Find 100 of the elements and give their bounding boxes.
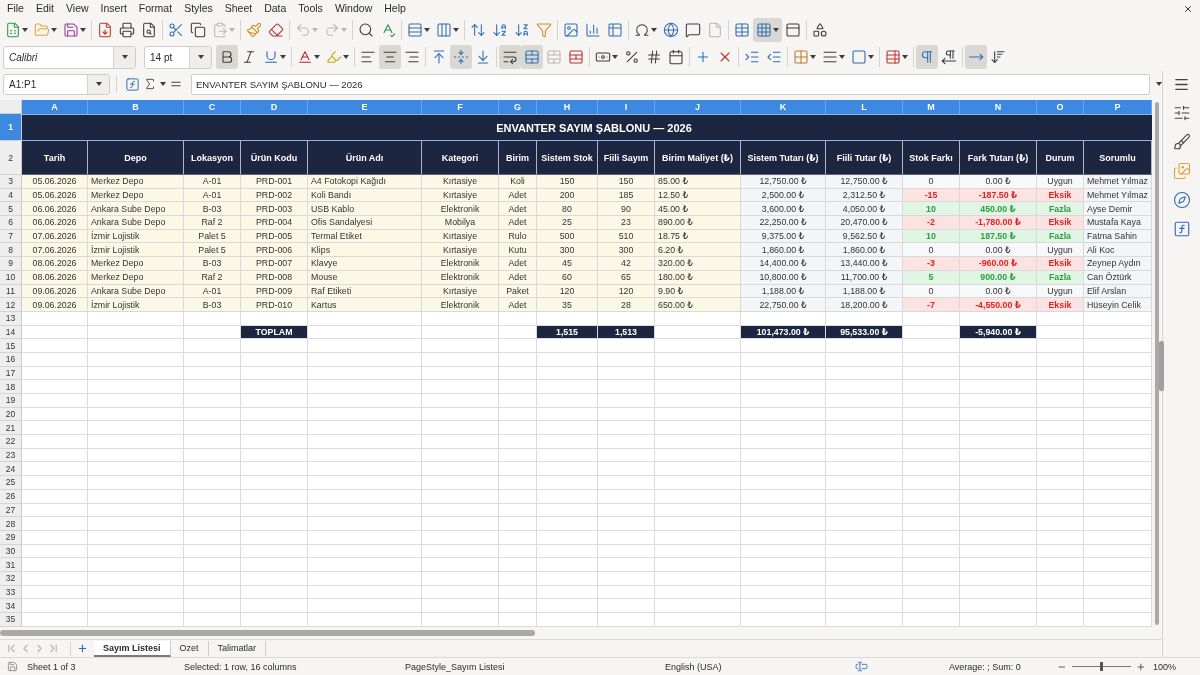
- table-cell: PRD-007: [241, 257, 308, 271]
- column-header[interactable]: M: [903, 100, 960, 114]
- column-header[interactable]: G: [499, 100, 537, 114]
- column-header[interactable]: P: [1084, 100, 1152, 114]
- menu-item[interactable]: Format: [132, 0, 179, 17]
- caret-icon: [1156, 82, 1162, 86]
- column-header[interactable]: L: [826, 100, 903, 114]
- menu-item[interactable]: Edit: [29, 0, 60, 17]
- row-number[interactable]: 5: [0, 202, 22, 217]
- scissors-icon: [168, 22, 184, 38]
- column-header[interactable]: O: [1037, 100, 1084, 114]
- table-cell: 90: [598, 202, 655, 217]
- row-number[interactable]: 24: [0, 462, 22, 477]
- left-to-right-button[interactable]: [916, 45, 938, 69]
- menu-item[interactable]: Insert: [94, 0, 133, 17]
- table-cell: Ayse Demir: [1084, 202, 1152, 217]
- zoom-thumb[interactable]: [1100, 662, 1104, 671]
- column-header[interactable]: J: [655, 100, 741, 114]
- row-number[interactable]: 1: [0, 114, 22, 141]
- table-cell: 06.06.2026: [22, 216, 88, 230]
- row-number[interactable]: 8: [0, 243, 22, 258]
- wrap-button[interactable]: [499, 45, 521, 69]
- font-name-field[interactable]: Calibri: [3, 45, 136, 69]
- outdent-icon: [766, 49, 782, 65]
- row-number[interactable]: 31: [0, 558, 22, 572]
- column-header[interactable]: K: [741, 100, 826, 114]
- menu-item[interactable]: File: [1, 0, 30, 17]
- column-header[interactable]: B: [88, 100, 184, 114]
- table-cell: Elektronik: [422, 298, 499, 312]
- align-middle-button[interactable]: [450, 45, 472, 69]
- row-number[interactable]: 35: [0, 613, 22, 627]
- row-number[interactable]: 9: [0, 257, 22, 271]
- menu-icon[interactable]: [1173, 76, 1190, 93]
- function-icon[interactable]: [125, 76, 140, 92]
- row-number[interactable]: 3: [0, 175, 22, 189]
- column-header[interactable]: D: [241, 100, 308, 114]
- column-header[interactable]: H: [537, 100, 598, 114]
- sheet-tab[interactable]: Ozet: [170, 640, 209, 657]
- row-number[interactable]: 34: [0, 599, 22, 613]
- menu-item[interactable]: Help: [378, 0, 412, 17]
- freeze-button[interactable]: [753, 18, 782, 42]
- close-icon[interactable]: [1183, 3, 1193, 14]
- row-number[interactable]: 28: [0, 517, 22, 531]
- scrollbar-thumb[interactable]: [0, 630, 535, 636]
- language[interactable]: English (USA): [665, 661, 722, 672]
- menu-item[interactable]: Data: [258, 0, 293, 17]
- sigma-icon[interactable]: [143, 77, 157, 91]
- images-icon[interactable]: [1172, 162, 1191, 180]
- table-cell: Palet 5: [184, 243, 241, 258]
- table-cell: -2: [903, 216, 960, 230]
- column-header[interactable]: C: [184, 100, 241, 114]
- bold-button[interactable]: [216, 45, 238, 69]
- sliders-icon[interactable]: [1172, 104, 1191, 122]
- zoom-slider[interactable]: [1071, 662, 1132, 671]
- column-heading: Sistem Tutarı (₺): [741, 141, 826, 175]
- sheet-tab[interactable]: Talimatlar: [208, 640, 267, 657]
- table-cell: B-03: [184, 257, 241, 271]
- row-number[interactable]: 18: [0, 380, 22, 394]
- row-number[interactable]: 2: [0, 141, 22, 175]
- text-cursor-icon[interactable]: [854, 660, 868, 673]
- column-header[interactable]: F: [422, 100, 499, 114]
- row-number[interactable]: 22: [0, 435, 22, 449]
- brush-icon[interactable]: [1172, 133, 1191, 151]
- column-header[interactable]: N: [960, 100, 1037, 114]
- menu-item[interactable]: Window: [328, 0, 379, 17]
- scrollbar-thumb[interactable]: [1155, 102, 1159, 625]
- menu-item[interactable]: Styles: [178, 0, 219, 17]
- compass-icon[interactable]: [1172, 191, 1191, 209]
- zoom-in-icon[interactable]: [1136, 661, 1146, 672]
- row-number[interactable]: 25: [0, 476, 22, 490]
- align-center-button[interactable]: [379, 45, 401, 69]
- table-icon: [734, 22, 750, 38]
- row-number[interactable]: 6: [0, 216, 22, 230]
- menu-item[interactable]: Sheet: [218, 0, 259, 17]
- name-box[interactable]: A1:P1: [3, 73, 110, 95]
- row-number[interactable]: 19: [0, 394, 22, 408]
- formula-input[interactable]: ENVANTER SAYIM ŞABLONU — 2026: [191, 73, 1150, 95]
- merge-center-button[interactable]: [521, 45, 543, 69]
- calendar-icon: [668, 49, 684, 65]
- table-cell: 06.06.2026: [22, 202, 88, 217]
- menu-item[interactable]: View: [60, 0, 95, 17]
- font-size-field[interactable]: 14 pt: [144, 45, 212, 69]
- sheet-tab[interactable]: Sayım Listesi: [94, 640, 171, 657]
- column-header[interactable]: I: [598, 100, 655, 114]
- column-header[interactable]: E: [308, 100, 422, 114]
- document-icon: [97, 22, 113, 38]
- table-cell: 300: [598, 243, 655, 258]
- plus-icon[interactable]: [77, 643, 88, 654]
- column-heading: Kategori: [422, 141, 499, 175]
- menu-item[interactable]: Tools: [292, 0, 329, 17]
- column-heading: Tarih: [22, 141, 88, 175]
- row-number[interactable]: 15: [0, 339, 22, 353]
- table-cell: Kutu: [499, 243, 537, 258]
- sidebar-handle[interactable]: [1159, 341, 1164, 391]
- row-number[interactable]: 21: [0, 421, 22, 436]
- column-header[interactable]: A: [22, 100, 88, 114]
- table-cell: 80: [537, 202, 598, 217]
- function-icon[interactable]: [1172, 220, 1191, 238]
- selection-info: Selected: 1 row, 16 columns: [184, 661, 297, 672]
- row-number[interactable]: 12: [0, 298, 22, 312]
